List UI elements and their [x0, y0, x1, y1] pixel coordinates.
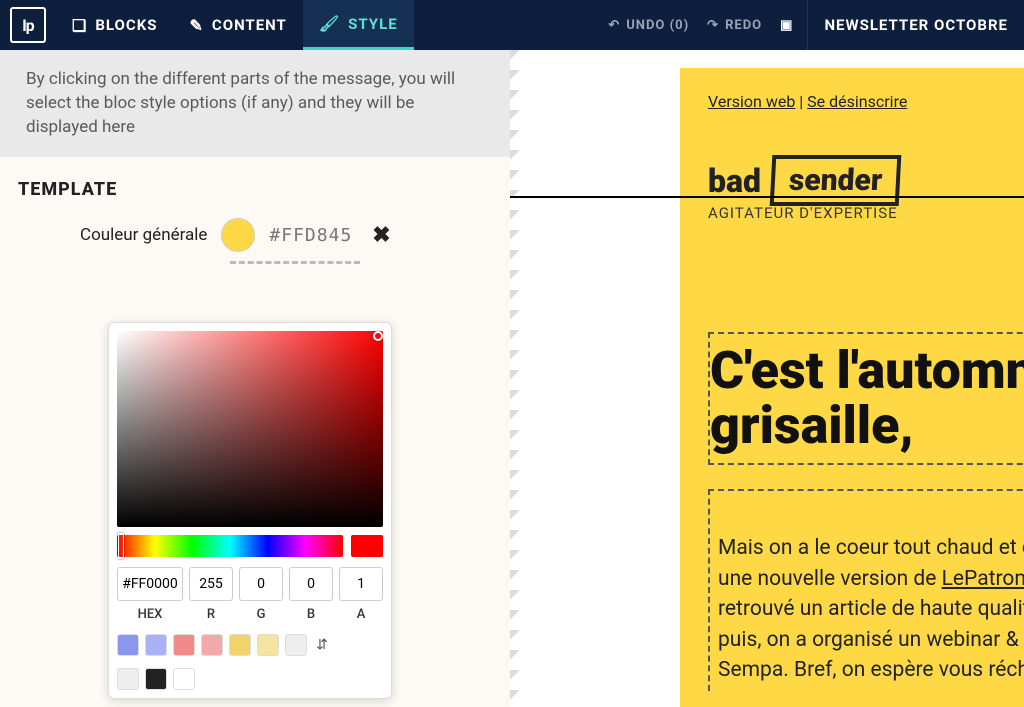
redo-label: REDO [725, 18, 762, 33]
panel-hint: By clicking on the different parts of th… [0, 50, 510, 157]
top-bar: lp ❑ BLOCKS ✎ CONTENT 🖌 STYLE ↶ UNDO (0)… [0, 0, 1024, 50]
tab-label: STYLE [348, 15, 398, 33]
preset-swatch[interactable] [201, 634, 223, 656]
unsubscribe-link[interactable]: Se désinscrire [807, 92, 907, 111]
headline-text: C'est l'automne, la grisaille, [710, 344, 1024, 453]
hex-input[interactable] [117, 567, 183, 601]
preset-swatch[interactable] [285, 634, 307, 656]
preset-colors: ⇵ [117, 634, 383, 690]
preset-swatch[interactable] [117, 668, 139, 690]
section-title: TEMPLATE [0, 157, 510, 212]
color-hex-display: #FFD845 [269, 225, 352, 246]
main-tabs: ❑ BLOCKS ✎ CONTENT 🖌 STYLE [56, 0, 414, 50]
body-link[interactable]: LePatron [942, 567, 1024, 591]
property-row-general-color: Couleur générale #FFD845 ✖ [0, 212, 510, 258]
email-preview[interactable]: Version web | Se désinscrire bad sender … [680, 68, 1024, 707]
hue-slider[interactable] [117, 535, 343, 557]
preset-swatch[interactable] [117, 634, 139, 656]
brand-text-right: sender [770, 155, 902, 206]
r-input[interactable] [189, 567, 233, 601]
saturation-area[interactable] [117, 331, 383, 527]
image-icon: ▣ [780, 18, 793, 33]
clear-color-button[interactable]: ✖ [372, 223, 390, 248]
pencil-icon: ✎ [190, 16, 204, 35]
preset-swatch[interactable] [145, 634, 167, 656]
color-picker: HEX R G B A ⇵ [108, 322, 392, 699]
tab-style[interactable]: 🖌 STYLE [303, 0, 414, 50]
r-label: R [189, 607, 233, 622]
tab-blocks[interactable]: ❑ BLOCKS [56, 0, 174, 50]
image-button[interactable]: ▣ [780, 18, 793, 33]
a-input[interactable] [339, 567, 383, 601]
preset-swatch[interactable] [145, 668, 167, 690]
top-actions: ↶ UNDO (0) ↷ REDO ▣ [594, 18, 807, 33]
undo-label: UNDO (0) [626, 18, 689, 33]
tab-label: BLOCKS [95, 16, 157, 34]
a-label: A [339, 607, 383, 622]
preset-swatch[interactable] [173, 668, 195, 690]
undo-button[interactable]: ↶ UNDO (0) [608, 18, 689, 33]
app-logo[interactable]: lp [10, 7, 46, 43]
divider-line [510, 196, 1024, 198]
body-block[interactable]: Mais on a le coeur tout chaud et on vien… [708, 489, 1024, 691]
brand-logo: bad sender [708, 155, 1024, 206]
web-version-link[interactable]: Version web [708, 92, 795, 111]
headline-block[interactable]: C'est l'automne, la grisaille, [708, 332, 1024, 465]
property-label: Couleur générale [80, 225, 207, 245]
color-swatch[interactable] [221, 218, 255, 252]
preset-swatch[interactable] [257, 634, 279, 656]
brand-tagline: AGITATEUR D'EXPERTISE [708, 204, 1024, 222]
body-text: Mais on a le coeur tout chaud et on vien… [718, 533, 1024, 685]
undo-icon: ↶ [608, 18, 620, 33]
hex-label: HEX [117, 607, 183, 622]
tab-label: CONTENT [212, 16, 287, 34]
tab-content[interactable]: ✎ CONTENT [174, 0, 303, 50]
b-input[interactable] [289, 567, 333, 601]
link-separator: | [799, 92, 807, 111]
preset-swatch[interactable] [173, 634, 195, 656]
brand-text-left: bad [708, 162, 761, 200]
b-label: B [289, 607, 333, 622]
document-title[interactable]: NEWSLETTER OCTOBRE [807, 0, 1024, 50]
saturation-handle[interactable] [373, 331, 383, 341]
side-panel: By clicking on the different parts of th… [0, 50, 510, 707]
preset-swatch[interactable] [229, 634, 251, 656]
g-input[interactable] [239, 567, 283, 601]
hue-handle[interactable] [118, 533, 124, 559]
redo-button[interactable]: ↷ REDO [707, 18, 762, 33]
brush-icon: 🖌 [319, 14, 340, 33]
blocks-icon: ❑ [72, 16, 87, 35]
current-color-preview [351, 535, 383, 557]
redo-icon: ↷ [707, 18, 719, 33]
header-links: Version web | Se désinscrire [708, 92, 1024, 111]
preview-pane: Version web | Se désinscrire bad sender … [510, 50, 1024, 707]
g-label: G [239, 607, 283, 622]
preset-more-icon[interactable]: ⇵ [313, 637, 331, 653]
page-edge-decoration [510, 50, 530, 707]
